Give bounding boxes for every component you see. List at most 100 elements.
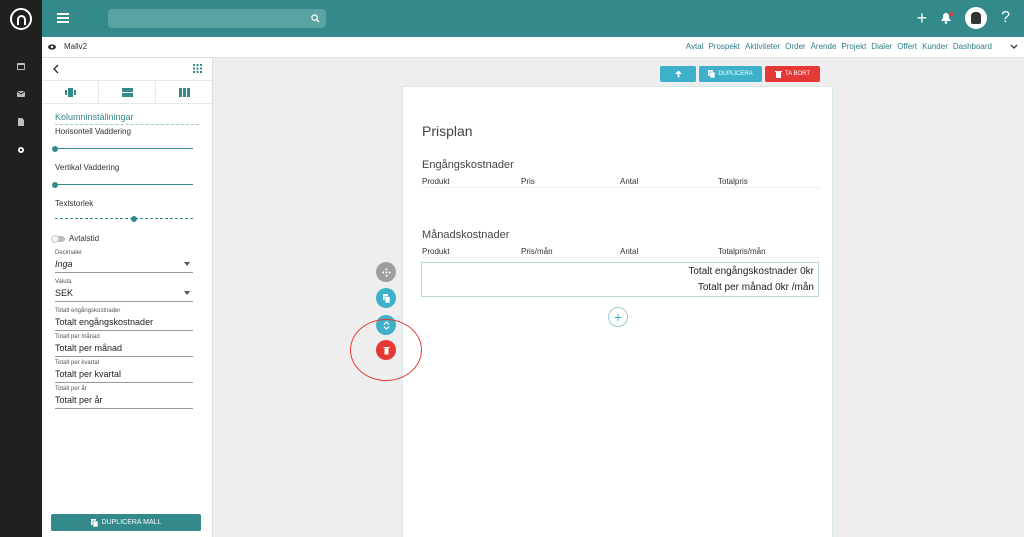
column-header: Produkt bbox=[422, 177, 450, 186]
duplicate-template-button[interactable]: DUPLICERA MALL bbox=[51, 514, 201, 531]
document-icon bbox=[18, 118, 24, 126]
highlight-annotation bbox=[350, 319, 422, 381]
nav-order[interactable]: Order bbox=[785, 42, 805, 51]
chevron-down-icon bbox=[184, 291, 190, 295]
nav-avtal[interactable]: Avtal bbox=[686, 42, 704, 51]
currency-value: SEK bbox=[55, 285, 193, 302]
document-name: Mallv2 bbox=[64, 42, 88, 51]
eye-icon[interactable] bbox=[48, 44, 56, 50]
column-header: Produkt bbox=[422, 247, 450, 256]
total-month-input[interactable]: Totalt per månad bbox=[55, 340, 193, 357]
top-bar: + ? bbox=[42, 0, 1024, 37]
column-header: Antal bbox=[620, 247, 639, 256]
app-rail bbox=[0, 0, 42, 537]
rail-calendar[interactable] bbox=[0, 52, 42, 80]
column-header: Pris bbox=[521, 177, 535, 186]
total-quarter-input[interactable]: Totalt per kvartal bbox=[55, 366, 193, 383]
column-header: Antal bbox=[620, 177, 639, 186]
menu-icon[interactable] bbox=[57, 13, 69, 23]
delete-button[interactable]: TA BORT bbox=[765, 66, 820, 82]
add-icon[interactable]: + bbox=[917, 9, 928, 27]
section-title: Kolumninställningar bbox=[55, 112, 199, 125]
totals-block[interactable]: Totalt engångskostnader 0kr Totalt per m… bbox=[421, 262, 819, 297]
slider-handle[interactable] bbox=[52, 182, 58, 188]
settings-panel: Kolumninställningar Horisontell Vadderin… bbox=[42, 58, 213, 537]
logo-icon bbox=[10, 7, 32, 30]
slider-handle[interactable] bbox=[131, 216, 137, 222]
tab-layout-carousel[interactable] bbox=[42, 81, 99, 103]
total-year-input[interactable]: Totalt per år bbox=[55, 392, 193, 409]
tab-layout-columns[interactable] bbox=[156, 81, 212, 103]
search-input[interactable] bbox=[108, 9, 326, 28]
grid-icon[interactable] bbox=[193, 64, 202, 73]
nav-offert[interactable]: Offert bbox=[897, 42, 917, 51]
vertical-padding-slider[interactable] bbox=[52, 182, 193, 188]
copy-icon bbox=[90, 518, 98, 527]
search-icon bbox=[311, 14, 320, 23]
sub-header: Mallv2 Avtal Prospekt Aktiviteter Order … bbox=[42, 37, 1024, 58]
total-monthly: Totalt per månad 0kr /mån bbox=[697, 282, 814, 293]
move-icon bbox=[381, 267, 391, 277]
one-time-table-header: Produkt Pris Antal Totalpris bbox=[422, 176, 819, 188]
horizontal-padding-label: Horisontell Vaddering bbox=[55, 127, 131, 136]
chevron-down-icon[interactable] bbox=[1010, 43, 1018, 51]
duplicate-button[interactable]: DUPLICERA bbox=[699, 66, 762, 82]
nav-aktiviteter[interactable]: Aktiviteter bbox=[745, 42, 780, 51]
help-icon[interactable]: ? bbox=[1001, 9, 1010, 27]
avatar[interactable] bbox=[965, 7, 988, 29]
gear-icon bbox=[18, 147, 24, 153]
nav-projekt[interactable]: Projekt bbox=[841, 42, 866, 51]
rail-mail[interactable] bbox=[0, 80, 42, 108]
move-up-button[interactable] bbox=[660, 66, 696, 82]
nav-kunder[interactable]: Kunder bbox=[922, 42, 948, 51]
copy-icon bbox=[382, 293, 390, 303]
total-year-field[interactable]: Totalt per år Totalt per år bbox=[55, 386, 193, 409]
tab-layout-rows[interactable] bbox=[99, 81, 156, 103]
one-time-section-title: Engångskostnader bbox=[422, 159, 514, 171]
copy-icon bbox=[708, 70, 716, 78]
total-quarter-field[interactable]: Totalt per kvartal Totalt per kvartal bbox=[55, 360, 193, 383]
total-one-time: Totalt engångskostnader 0kr bbox=[688, 266, 814, 277]
nav-dialer[interactable]: Dialer bbox=[871, 42, 892, 51]
total-month-field[interactable]: Totalt per månad Totalt per månad bbox=[55, 334, 193, 357]
copy-block-button[interactable] bbox=[376, 288, 396, 308]
chevron-down-icon bbox=[184, 262, 190, 266]
monthly-section-title: Månadskostnader bbox=[422, 229, 510, 241]
currency-select[interactable]: Valuta SEK bbox=[55, 279, 193, 302]
arrow-up-icon bbox=[674, 70, 682, 78]
total-once-input[interactable]: Totalt engångskostnader bbox=[55, 314, 193, 331]
rail-documents[interactable] bbox=[0, 108, 42, 136]
trash-icon bbox=[774, 71, 782, 78]
rows-icon bbox=[121, 87, 133, 97]
module-nav: Avtal Prospekt Aktiviteter Order Ärende … bbox=[686, 42, 992, 51]
column-header: Totalpris bbox=[718, 177, 748, 186]
plus-icon: + bbox=[613, 309, 623, 325]
editor-canvas: DUPLICERA TA BORT Prisplan Engångskostna… bbox=[214, 58, 1024, 537]
agreement-time-toggle[interactable] bbox=[51, 234, 65, 243]
total-once-field[interactable]: Totalt engångskostnader Totalt engångsko… bbox=[55, 308, 193, 331]
layout-tabs bbox=[42, 80, 212, 104]
decimals-value: Inga bbox=[55, 256, 193, 273]
move-block-button[interactable] bbox=[376, 262, 396, 282]
column-header: Pris/mån bbox=[521, 247, 553, 256]
document-page: Prisplan Engångskostnader Produkt Pris A… bbox=[402, 86, 833, 537]
notifications-button[interactable] bbox=[941, 11, 954, 24]
app-logo[interactable] bbox=[0, 0, 42, 37]
nav-prospekt[interactable]: Prospekt bbox=[708, 42, 740, 51]
decimals-select[interactable]: Decimaler Inga bbox=[55, 250, 193, 273]
horizontal-padding-slider[interactable] bbox=[52, 146, 193, 152]
carousel-icon bbox=[64, 87, 76, 97]
vertical-padding-label: Vertikal Vaddering bbox=[55, 163, 120, 172]
rail-settings[interactable] bbox=[0, 136, 42, 164]
text-size-slider[interactable] bbox=[55, 216, 193, 222]
column-header: Totalpris/mån bbox=[718, 247, 766, 256]
mail-icon bbox=[17, 90, 25, 97]
add-block-button[interactable]: + bbox=[608, 307, 628, 327]
calendar-icon bbox=[17, 63, 25, 70]
chevron-left-icon[interactable] bbox=[52, 64, 60, 74]
nav-dashboard[interactable]: Dashboard bbox=[953, 42, 992, 51]
notification-dot bbox=[949, 11, 954, 16]
nav-arende[interactable]: Ärende bbox=[811, 42, 837, 51]
slider-handle[interactable] bbox=[52, 146, 58, 152]
page-title: Prisplan bbox=[422, 123, 473, 139]
